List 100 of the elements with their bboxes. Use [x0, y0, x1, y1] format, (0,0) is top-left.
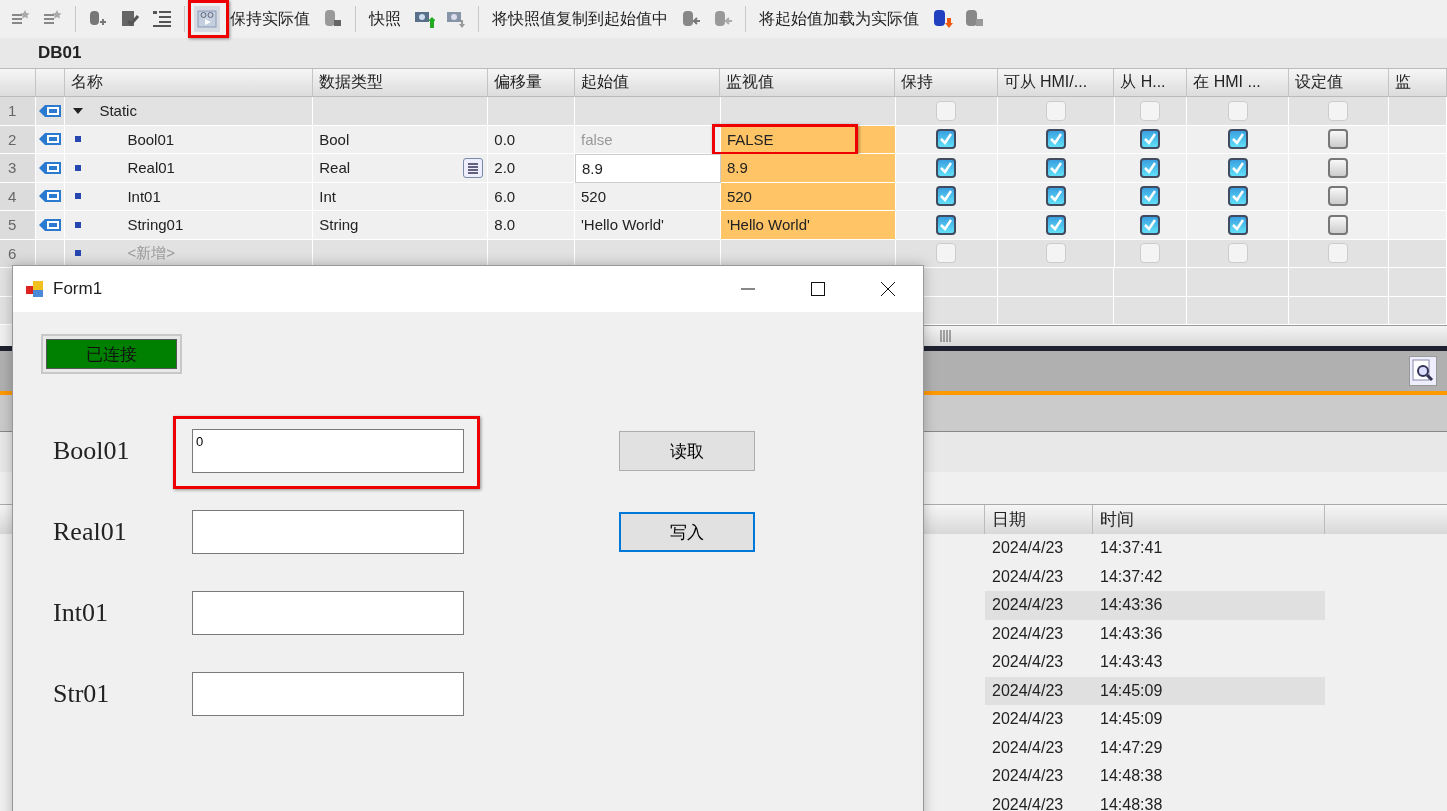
table-row[interactable]: 2024/4/23 14:43:36: [985, 619, 1325, 648]
field-label: Real01: [53, 517, 128, 547]
input-field[interactable]: [192, 672, 464, 716]
column-header[interactable]: 监视值: [720, 69, 896, 96]
table-row[interactable]: 2024/4/23 14:48:38: [985, 790, 1325, 811]
column-header[interactable]: 起始值: [574, 69, 721, 96]
column-header[interactable]: 日期: [985, 505, 1093, 534]
date-cell: 2024/4/23: [992, 710, 1064, 729]
member-icon: [75, 221, 82, 228]
data-type: Bool: [319, 130, 350, 148]
row-number: 3: [0, 154, 37, 183]
monitor-value-cell: 520: [720, 182, 896, 211]
checkbox[interactable]: [1140, 157, 1161, 178]
table-row[interactable]: 3 Real01 Real 2.0 8.9 8.9: [0, 154, 1447, 183]
column-header[interactable]: 从 H...: [1114, 69, 1188, 96]
checkbox[interactable]: [1227, 157, 1248, 178]
toolbar-button[interactable]: 快照: [365, 8, 405, 30]
checkbox[interactable]: [936, 129, 957, 150]
table-row[interactable]: 2 Bool01 Bool 0.0 false FALSE: [0, 125, 1447, 154]
checkbox[interactable]: [1227, 186, 1248, 207]
column-header[interactable]: 时间: [1093, 505, 1325, 534]
maximize-icon[interactable]: [809, 280, 827, 298]
table-row[interactable]: 2024/4/23 14:43:43: [985, 648, 1325, 677]
time-cell: 14:37:41: [1100, 539, 1163, 558]
monitor-value-cell: 8.9: [720, 154, 896, 183]
checkbox[interactable]: [936, 157, 957, 178]
row-number: 2: [0, 125, 37, 154]
table-row[interactable]: 2024/4/23 14:37:41: [985, 534, 1325, 563]
column-header[interactable]: 可从 HMI/...: [997, 69, 1115, 96]
table-row[interactable]: 2024/4/23 14:47:29: [985, 733, 1325, 762]
checkbox[interactable]: [936, 186, 957, 207]
row-number: 4: [0, 182, 37, 211]
time-cell: 14:43:43: [1100, 653, 1163, 672]
monitor-value-cell: 'Hello World': [720, 211, 896, 240]
checkbox[interactable]: [1227, 129, 1248, 150]
offset: 0.0: [494, 130, 516, 148]
checkbox[interactable]: [1227, 214, 1248, 235]
column-header[interactable]: 设定值: [1289, 69, 1389, 96]
close-icon[interactable]: [879, 280, 897, 298]
toolbar-button[interactable]: 将快照值复制到起始值中: [488, 8, 672, 30]
row-number: 1: [0, 97, 37, 126]
input-field[interactable]: [192, 591, 464, 635]
date-cell: 2024/4/23: [992, 681, 1064, 700]
time-cell: 14:47:29: [1100, 738, 1163, 757]
window-title: Form1: [53, 279, 104, 299]
checkbox[interactable]: [936, 214, 957, 235]
table-row[interactable]: 2024/4/23 14:45:09: [985, 705, 1325, 734]
column-header[interactable]: 数据类型: [313, 69, 489, 96]
checkbox[interactable]: [1140, 129, 1161, 150]
list-icon[interactable]: [463, 157, 484, 178]
row-number: 5: [0, 211, 37, 240]
block-title: DB01: [38, 43, 82, 63]
input-field[interactable]: [192, 510, 464, 554]
form-button[interactable]: 读取: [619, 431, 755, 471]
member-icon: [75, 164, 82, 171]
checkbox[interactable]: [1328, 214, 1349, 235]
checkbox[interactable]: [1045, 157, 1066, 178]
member-icon: [75, 193, 82, 200]
data-type: String: [319, 216, 359, 234]
column-header[interactable]: 在 HMI ...: [1187, 69, 1290, 96]
time-cell: 14:48:38: [1100, 767, 1163, 786]
table-row[interactable]: 1 Static: [0, 97, 1447, 126]
table-row[interactable]: 2024/4/23 14:48:38: [985, 762, 1325, 791]
grip-icon[interactable]: [940, 330, 952, 342]
time-cell: 14:43:36: [1100, 624, 1163, 643]
checkbox[interactable]: [1045, 129, 1066, 150]
column-header[interactable]: 偏移量: [488, 69, 575, 96]
offset: 2.0: [494, 159, 516, 177]
table-row[interactable]: 4 Int01 Int 6.0 520 520: [0, 182, 1447, 211]
checkbox[interactable]: [1328, 186, 1349, 207]
checkbox[interactable]: [1328, 129, 1349, 150]
checkbox[interactable]: [1045, 186, 1066, 207]
checkbox[interactable]: [1045, 214, 1066, 235]
status-label: 已连接: [46, 339, 177, 369]
variable-name: Real01: [127, 159, 175, 177]
table-row[interactable]: 5 String01 String 8.0 'Hello World' 'Hello World': [0, 211, 1447, 240]
offset: 8.0: [494, 216, 516, 234]
scrollbar[interactable]: [922, 325, 1447, 346]
input-field[interactable]: 0: [192, 429, 464, 473]
column-header[interactable]: 监: [1388, 69, 1447, 96]
toolbar-button[interactable]: 将起始值加载为实际值: [755, 8, 923, 30]
table-row[interactable]: 2024/4/23 14:45:09: [985, 676, 1325, 705]
table-row[interactable]: 2024/4/23 14:37:42: [985, 562, 1325, 591]
monitor-icon[interactable]: [194, 6, 220, 32]
form-button[interactable]: 写入: [619, 512, 755, 552]
field-label: Int01: [53, 598, 109, 628]
checkbox[interactable]: [1328, 157, 1349, 178]
toolbar-button[interactable]: 保持实际值: [226, 8, 314, 30]
column-header[interactable]: 名称: [65, 69, 314, 96]
column-header[interactable]: 保持: [895, 69, 998, 96]
table-row[interactable]: 2024/4/23 14:43:36: [985, 591, 1325, 620]
search-icon[interactable]: [1409, 356, 1437, 386]
checkbox[interactable]: [1140, 214, 1161, 235]
collapse-icon[interactable]: [73, 105, 84, 116]
checkbox[interactable]: [1140, 186, 1161, 207]
data-type: Int: [319, 187, 336, 205]
date-cell: 2024/4/23: [992, 653, 1064, 672]
field-label: Str01: [53, 679, 111, 709]
time-cell: 14:43:36: [1100, 596, 1163, 615]
variable-name: Static: [99, 102, 137, 120]
